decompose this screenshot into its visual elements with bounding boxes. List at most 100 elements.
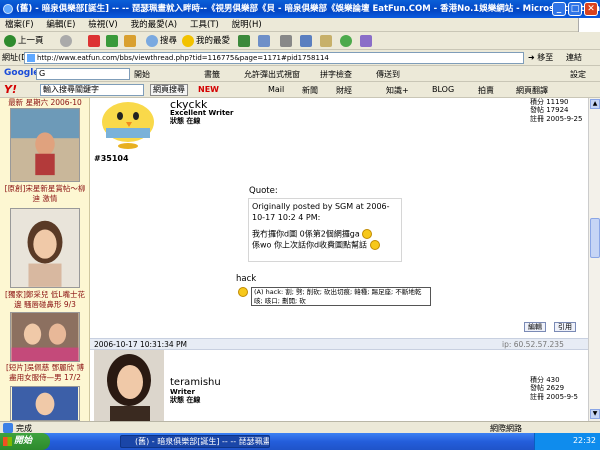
yahoo-search-button[interactable]: 網頁搜尋	[150, 84, 188, 96]
edit-page-button[interactable]	[300, 34, 314, 48]
stop-button[interactable]	[88, 34, 102, 48]
yahoo-translate-button[interactable]: 網頁翻譯	[516, 85, 548, 96]
reply-smiley	[238, 287, 248, 298]
edit-button[interactable]: 編輯	[524, 322, 546, 332]
sidebar-photo-4[interactable]	[10, 386, 80, 421]
history-button[interactable]	[238, 34, 252, 48]
minimize-button[interactable]: _	[552, 2, 566, 16]
page-content: 最新 星期六 2006-10 [原創]宋星新星賞帖～柳迪 激情 [獨家]鄭采兒 …	[0, 98, 600, 421]
quote-attribution: Originally posted by SGM at 2006-10-17 1…	[252, 202, 390, 222]
yahoo-news-button[interactable]: 新聞	[302, 85, 318, 96]
back-arrow-icon	[4, 34, 16, 47]
menu-help[interactable]: 說明(H)	[227, 18, 267, 32]
yahoo-mail-button[interactable]: Mail	[268, 85, 284, 94]
system-tray: 22:32	[534, 433, 600, 450]
quote-line-2: 我冇攞你d圖 0係第2個網攞ga	[252, 229, 360, 239]
address-bar: 網址(D) http://www.eatfun.com/bbs/viewthre…	[0, 50, 600, 66]
spellcheck-button[interactable]: 拼字檢查	[320, 69, 352, 80]
yahoo-search-input[interactable]: 輸入搜尋關鍵字	[40, 84, 144, 96]
done-icon	[3, 423, 13, 433]
post2-ip: ip: 60.52.57.235	[502, 340, 564, 349]
menu-tools[interactable]: 工具(T)	[185, 18, 224, 32]
taskbar: 開始 (舊) - 暗泉俱樂部[誕生] -- -- 琵瑟珮畫就入畔時--《視男俱樂…	[0, 433, 600, 450]
taskbar-ie-label: (舊) - 暗泉俱樂部[誕生] -- -- 琵瑟珮畫就入畔時--《視男俱樂部《貝…	[135, 437, 270, 446]
sidebar-photo-1[interactable]	[10, 108, 80, 182]
post-1: ckyckk Excellent Writer 狀態 在線 積分 11190 發…	[90, 98, 588, 333]
menu-file[interactable]: 檔案(F)	[0, 18, 39, 32]
yahoo-logo: Y!	[4, 83, 17, 96]
sidebar-caption-1[interactable]: [原創]宋星新星賞帖～柳迪 激情	[2, 184, 88, 204]
google-search-input[interactable]: G	[36, 68, 130, 80]
reply-text: hack	[236, 274, 257, 284]
post2-status: 狀態 在線	[170, 396, 201, 404]
messenger-button[interactable]	[340, 34, 354, 48]
stop-icon	[88, 34, 100, 47]
print-button[interactable]	[280, 34, 294, 48]
address-input[interactable]: http://www.eatfun.com/bbs/viewthread.php…	[24, 52, 524, 64]
clock: 22:32	[572, 436, 596, 445]
post1-stat-posts: 發帖 17924	[530, 106, 569, 115]
yahoo-knowledge-button[interactable]: 知識+	[386, 85, 409, 96]
sendto-button[interactable]: 傳送到	[376, 69, 400, 80]
taskbar-ie-window[interactable]: (舊) - 暗泉俱樂部[誕生] -- -- 琵瑟珮畫就入畔時--《視男俱樂部《貝…	[120, 435, 270, 448]
smiley-icon	[362, 229, 373, 239]
post2-username[interactable]: teramishu	[170, 377, 221, 388]
status-bar: 完成 網際網路	[0, 421, 600, 433]
home-icon	[124, 34, 136, 47]
back-label: 上一頁	[18, 36, 44, 46]
refresh-button[interactable]	[106, 34, 120, 48]
back-button[interactable]: 上一頁	[4, 34, 44, 48]
google-start-button[interactable]: 開始	[134, 69, 150, 80]
sidebar-caption-3[interactable]: [短片]吳佩慈 鄧麗欣 博 盡用女服侍—男 17/2	[2, 363, 88, 383]
forward-button[interactable]	[60, 34, 74, 48]
forward-arrow-icon	[60, 34, 72, 47]
menu-favorites[interactable]: 我的最愛(A)	[126, 18, 182, 32]
scroll-up-icon[interactable]: ▲	[590, 99, 600, 109]
address-url: http://www.eatfun.com/bbs/viewthread.php…	[37, 54, 329, 62]
mail-button[interactable]	[258, 34, 272, 48]
vertical-scrollbar[interactable]: ▲ ▼	[588, 98, 600, 421]
yahoo-finance-button[interactable]: 財經	[336, 85, 352, 96]
ie-icon	[3, 4, 13, 14]
sidebar-caption-2[interactable]: [獨家]鄭采兒 低L嘴士花邊 騷唇碰鼻形 9/3	[2, 290, 88, 310]
sidebar-photo-2[interactable]	[10, 208, 80, 288]
yahoo-toolbar: Y! 輸入搜尋關鍵字 網頁搜尋 NEW Mail 新聞 財經 知識+ BLOG …	[0, 82, 600, 98]
links-button[interactable]: 連結	[566, 52, 582, 63]
scroll-thumb[interactable]	[590, 218, 600, 258]
bookmarks-button[interactable]: 書籤	[204, 69, 220, 80]
yahoo-blog-button[interactable]: BLOG	[432, 85, 454, 94]
scroll-down-icon[interactable]: ▼	[590, 409, 600, 419]
title-bar: (舊) - 暗泉俱樂部[誕生] -- -- 琵瑟珮畫就入畔時--《視男俱樂部《貝…	[0, 0, 600, 18]
close-button[interactable]: ✕	[584, 2, 598, 16]
sidebar-caption-top[interactable]: 最新 星期六 2006-10	[2, 98, 88, 108]
quote-line-3: 係wo 你上次話你d收費圖點幫話	[252, 240, 368, 250]
start-label: 開始	[14, 436, 33, 446]
start-button[interactable]: 開始	[0, 433, 50, 450]
print-icon	[280, 34, 292, 47]
google-logo: Google	[4, 68, 40, 78]
discuss-button[interactable]	[320, 34, 334, 48]
post2-stats: 積分 430 發帖 2629 註冊 2005-9-5	[530, 376, 578, 401]
sidebar-photo-3[interactable]	[10, 312, 80, 362]
favorites-button[interactable]: 我的最愛	[182, 34, 230, 48]
post2-date: 2006-10-17 10:31:34 PM	[94, 340, 188, 349]
avatar-chick-icon	[102, 102, 154, 149]
quote-block: Quote: Originally posted by SGM at 2006-…	[245, 182, 405, 264]
toolbar: 上一頁 搜尋 我的最愛	[0, 32, 600, 50]
go-button[interactable]: ➜ 移至	[528, 52, 553, 63]
home-button[interactable]	[124, 34, 138, 48]
popup-blocker-button[interactable]: 允許彈出式視窗	[244, 69, 300, 80]
menu-edit[interactable]: 編輯(E)	[41, 18, 80, 32]
maximize-button[interactable]: □	[568, 2, 582, 16]
quote-button[interactable]: 引用	[554, 322, 576, 332]
toolbar-extra-button[interactable]	[360, 34, 374, 48]
settings-button[interactable]: 設定	[570, 69, 586, 80]
google-toolbar: Google G 開始 書籤 允許彈出式視窗 拼字檢查 傳送到 設定	[0, 66, 600, 82]
post2-stat-registered: 註冊 2005-9-5	[530, 392, 578, 401]
discuss-icon	[320, 34, 332, 47]
search-button[interactable]: 搜尋	[146, 34, 177, 48]
menu-bar: 檔案(F) 編輯(E) 檢視(V) 我的最愛(A) 工具(T) 說明(H)	[0, 18, 600, 32]
post2-avatar	[94, 350, 164, 421]
menu-view[interactable]: 檢視(V)	[83, 18, 122, 32]
yahoo-auction-button[interactable]: 拍賣	[478, 85, 494, 96]
